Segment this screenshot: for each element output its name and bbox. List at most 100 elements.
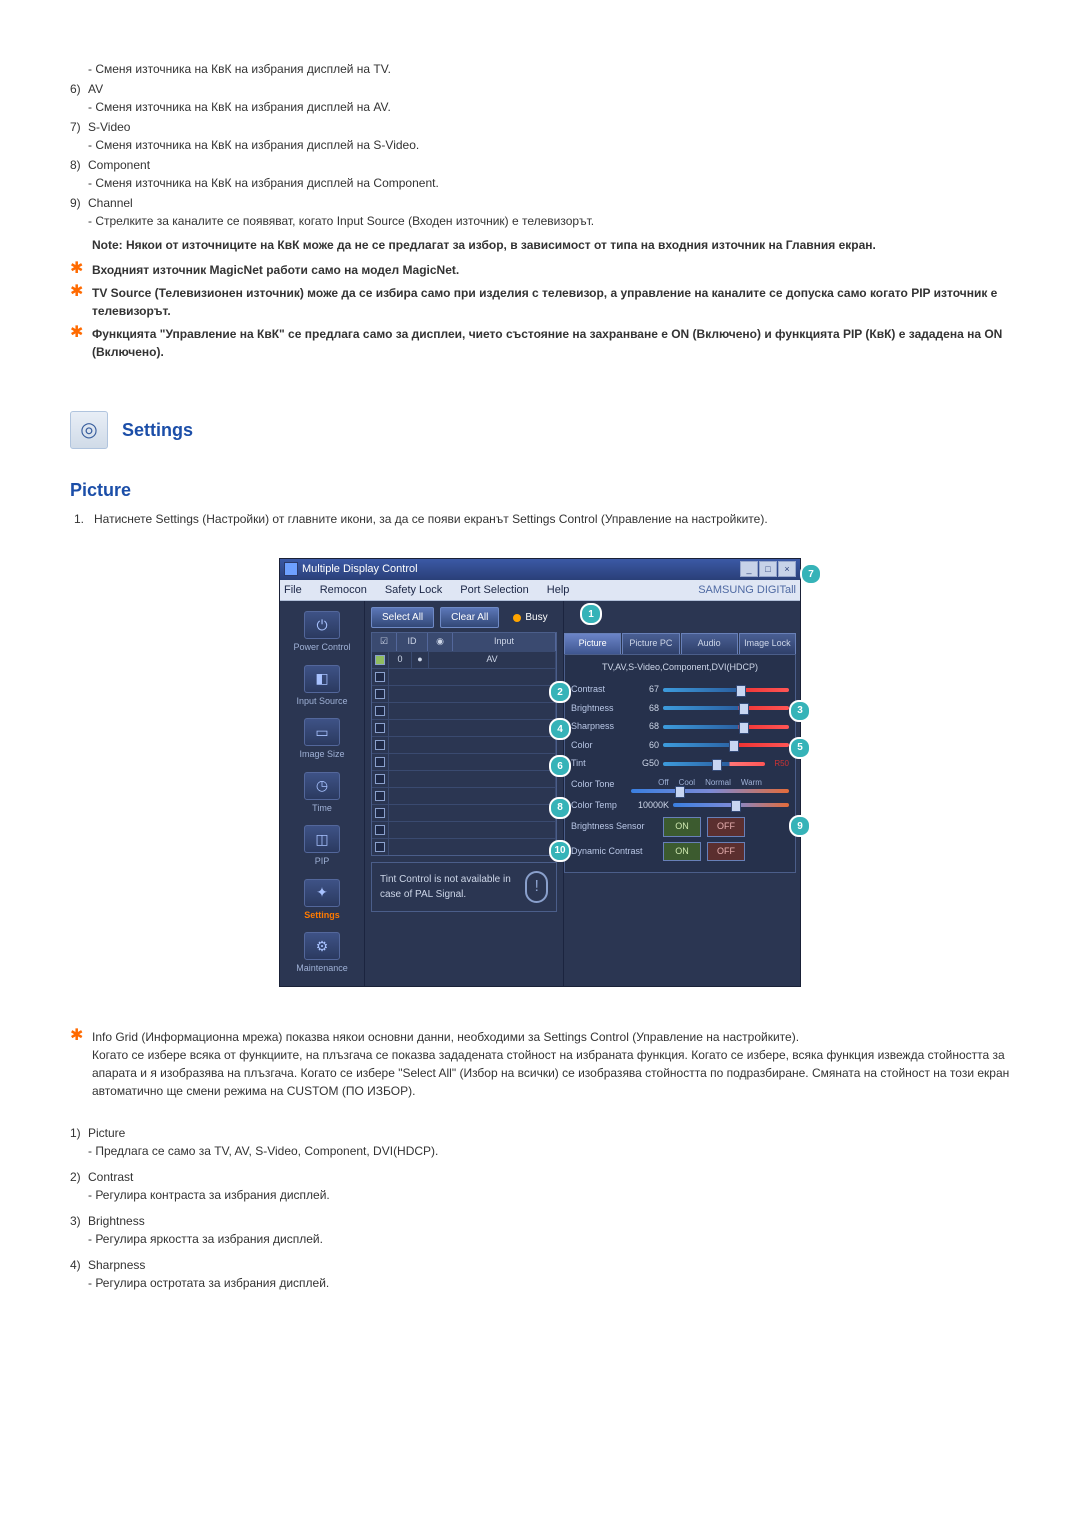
marker-10: 10	[549, 840, 571, 862]
color-label: Color	[571, 739, 631, 753]
row-check[interactable]	[372, 652, 389, 668]
sidebar-item-imagesize[interactable]: ▭Image Size	[280, 714, 364, 766]
menu-port-selection[interactable]: Port Selection	[460, 582, 528, 599]
menu-help[interactable]: Help	[547, 582, 570, 599]
table-row[interactable]	[372, 838, 556, 855]
footnote-text: Tint Control is not available in case of…	[380, 872, 525, 902]
table-row[interactable]	[372, 702, 556, 719]
table-row[interactable]	[372, 736, 556, 753]
contrast-slider[interactable]	[663, 688, 789, 692]
tab-picture[interactable]: Picture	[564, 633, 621, 654]
clear-all-button[interactable]: Clear All	[440, 607, 499, 628]
note-text: Note: Някои от източниците на КвК може д…	[92, 236, 1010, 254]
colortone-slider[interactable]	[631, 789, 789, 793]
row-status-icon: ●	[412, 652, 429, 668]
star-icon: ✱	[70, 1027, 92, 1100]
desc-component: - Сменя източника на КвК на избрания дис…	[88, 174, 1010, 192]
table-row[interactable]	[372, 770, 556, 787]
bsensor-label: Brightness Sensor	[571, 820, 663, 834]
marker-9: 9	[789, 815, 811, 837]
warning-icon: !	[525, 871, 548, 903]
imagesize-icon: ▭	[304, 718, 340, 746]
brightness-value: 68	[631, 702, 663, 716]
table-row[interactable]	[372, 685, 556, 702]
row-id: 0	[389, 652, 412, 668]
table-row[interactable]	[372, 719, 556, 736]
settings-panel: TV,AV,S-Video,Component,DVI(HDCP) 2 Cont…	[564, 654, 796, 874]
minimize-button[interactable]: _	[740, 561, 758, 577]
window-title: Multiple Display Control	[302, 561, 740, 578]
num-8: 8)	[70, 156, 88, 192]
contrast-value: 67	[631, 683, 663, 697]
table-row[interactable]	[372, 821, 556, 838]
sidebar-item-maintenance[interactable]: ⚙Maintenance	[280, 928, 364, 980]
table-row[interactable]: 0 ● AV	[372, 651, 556, 668]
colortemp-label: Color Temp	[571, 799, 631, 813]
select-all-button[interactable]: Select All	[371, 607, 434, 628]
sharpness-slider[interactable]	[663, 725, 789, 729]
ct-warm: Warm	[741, 777, 762, 789]
b-desc-4: - Регулира остротата за избрания дисплей…	[88, 1274, 1010, 1292]
marker-2: 2	[549, 681, 571, 703]
label-channel: Channel	[88, 194, 1010, 212]
label-component: Component	[88, 156, 1010, 174]
marker-6: 6	[549, 755, 571, 777]
settings-heading: Settings	[122, 417, 193, 444]
tab-image-lock[interactable]: Image Lock	[739, 633, 796, 654]
num-9: 9)	[70, 194, 88, 230]
bsensor-off[interactable]: OFF	[707, 817, 745, 837]
item-tv-desc: - Сменя източника на КвК на избрания дис…	[88, 60, 1010, 78]
brightness-label: Brightness	[571, 702, 631, 716]
power-icon: ⏻	[304, 611, 340, 639]
marker-1: 1	[580, 603, 602, 625]
sidebar-item-pip[interactable]: ◫PIP	[280, 821, 364, 873]
sharpness-label: Sharpness	[571, 720, 631, 734]
menu-remocon[interactable]: Remocon	[320, 582, 367, 599]
panel-subtitle: TV,AV,S-Video,Component,DVI(HDCP)	[571, 659, 789, 679]
grid-header-status: ◉	[428, 633, 453, 651]
table-row[interactable]	[372, 804, 556, 821]
sidebar-item-input[interactable]: ◧Input Source	[280, 661, 364, 713]
color-slider[interactable]	[663, 743, 789, 747]
brightness-slider[interactable]	[663, 706, 789, 710]
colortone-label: Color Tone	[571, 778, 631, 792]
num-7: 7)	[70, 118, 88, 154]
maximize-button[interactable]: □	[759, 561, 777, 577]
sidebar-item-time[interactable]: ◷Time	[280, 768, 364, 820]
sidebar-item-settings[interactable]: ✦Settings	[280, 875, 364, 927]
tab-audio[interactable]: Audio	[681, 633, 738, 654]
b-label-2: Contrast	[88, 1168, 1010, 1186]
label-svideo: S-Video	[88, 118, 1010, 136]
b-desc-3: - Регулира яркостта за избрания дисплей.	[88, 1230, 1010, 1248]
brand-label: SAMSUNG DIGITall	[698, 582, 796, 599]
star-2: TV Source (Телевизионен източник) може д…	[92, 284, 1010, 320]
star-icon: ✱	[70, 324, 92, 361]
dcontrast-off[interactable]: OFF	[707, 842, 745, 862]
footnote-panel: Tint Control is not available in case of…	[371, 862, 557, 912]
close-button[interactable]: ×	[778, 561, 796, 577]
colortemp-slider[interactable]	[673, 803, 789, 807]
sidebar-item-power[interactable]: ⏻Power Control	[280, 607, 364, 659]
bsensor-on[interactable]: ON	[663, 817, 701, 837]
busy-dot-icon	[513, 614, 521, 622]
dcontrast-on[interactable]: ON	[663, 842, 701, 862]
menu-safety-lock[interactable]: Safety Lock	[385, 582, 442, 599]
table-row[interactable]	[372, 753, 556, 770]
b-num-4: 4)	[70, 1256, 88, 1292]
tint-slider[interactable]	[663, 762, 765, 766]
star-icon: ✱	[70, 283, 92, 320]
color-value: 60	[631, 739, 663, 753]
b-label-4: Sharpness	[88, 1256, 1010, 1274]
sidebar: ⏻Power Control ◧Input Source ▭Image Size…	[280, 601, 364, 986]
contrast-label: Contrast	[571, 683, 631, 697]
menu-file[interactable]: File	[284, 582, 302, 599]
app-icon	[284, 562, 298, 576]
table-row[interactable]	[372, 787, 556, 804]
maintenance-icon: ⚙	[304, 932, 340, 960]
table-row[interactable]	[372, 668, 556, 685]
tab-picture-pc[interactable]: Picture PC	[622, 633, 679, 654]
settings-icon: ◎	[70, 411, 108, 449]
star-1: Входният източник MagicNet работи само н…	[92, 261, 1010, 279]
num-6: 6)	[70, 80, 88, 116]
star-icon: ✱	[70, 260, 92, 279]
